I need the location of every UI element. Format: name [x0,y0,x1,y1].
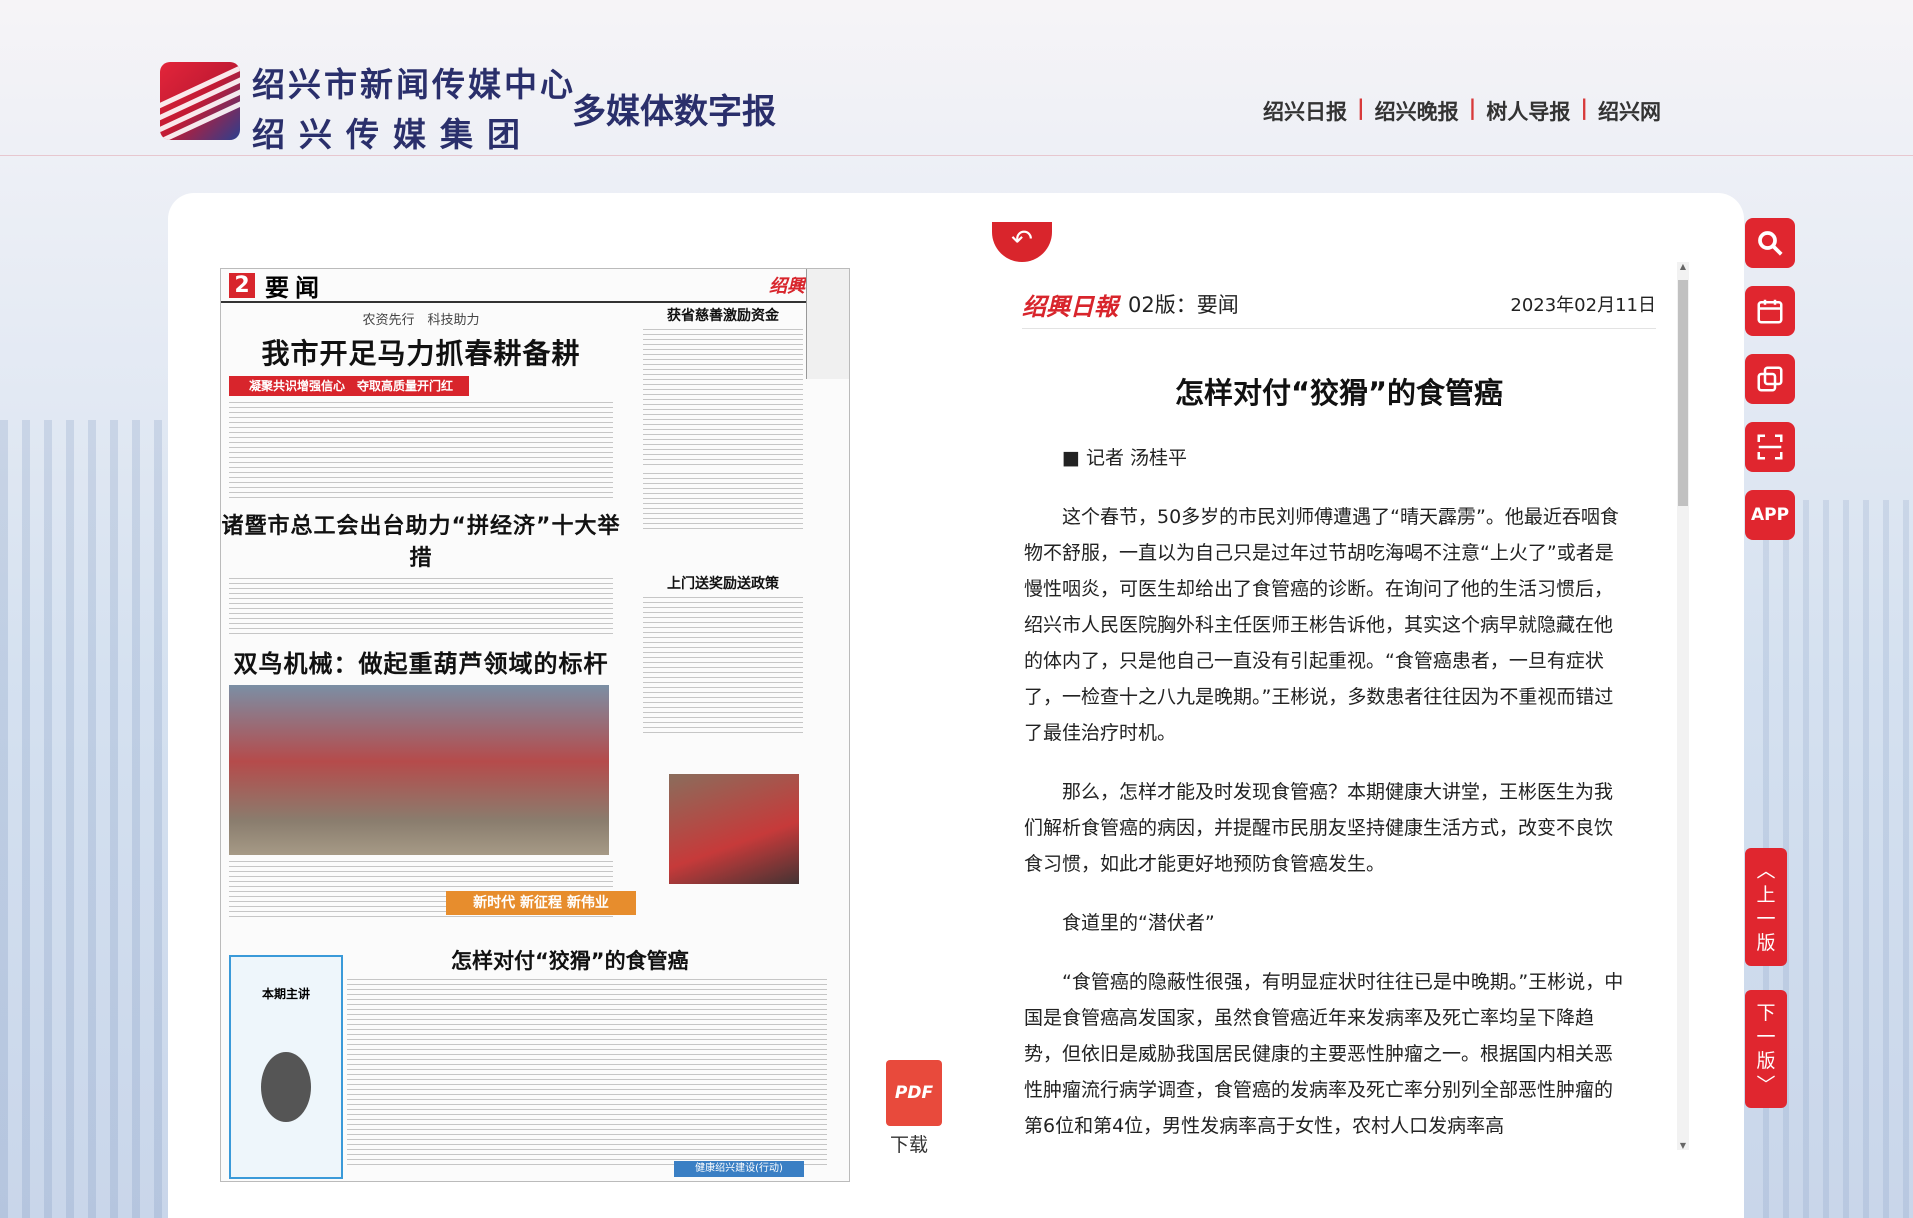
org-line-1: 绍兴市新闻传媒中心 [252,65,576,104]
paper-text-block [229,402,613,502]
scan-icon [1757,434,1783,460]
article-date: 2023年02月11日 [1510,295,1656,316]
nav-shaoxing-daily[interactable]: 绍兴日报 [1263,96,1347,126]
media-center-logo [160,62,240,140]
article-paragraph: 那么，怎样才能及时发现食管癌？本期健康大讲堂，王彬医生为我们解析食管癌的病因，并… [1024,781,1614,875]
paper-factory-photo [229,685,609,855]
nav-separator: | [1356,96,1365,120]
paper-headline-4[interactable]: 怎样对付“狡猾”的食管癌 [451,945,689,975]
next-page-label: 一 [1756,1026,1776,1048]
nav-shaoxing-web[interactable]: 绍兴网 [1598,96,1661,126]
back-arrow-icon: ↶ [1011,225,1033,255]
paper-health-label: 本期主讲 [261,987,310,1001]
paper-kicker: 农资先行 科技助力 [362,313,480,328]
article-scrollbar[interactable]: ▲ ▼ [1677,262,1689,1150]
paper-side-column [806,269,849,379]
paper-red-subhead: 凝聚共识增强信心 夺取高质量开门红 [229,376,469,396]
org-line-2: 绍兴传媒集团 [252,115,534,154]
article-brand-logo: 绍興日報 [1022,291,1118,321]
paper-section: 要闻 [265,272,325,302]
site-title: 多媒体数字报 [572,92,776,132]
paper-promo-banner: 新时代 新征程 新伟业 [446,891,636,915]
app-icon: APP [1750,505,1790,525]
paper-text-block [347,979,827,1169]
copy-icon [1757,366,1783,392]
scroll-down-arrow-icon[interactable]: ▼ [1677,1141,1689,1150]
paper-text-block [643,329,803,469]
scrollbar-thumb[interactable] [1678,280,1688,506]
next-page-button[interactable]: 下 一 版 ﹀ [1745,990,1787,1108]
paper-text-block [643,597,803,737]
app-button[interactable]: APP [1745,490,1795,540]
article-page-label: 02版：要闻 [1128,293,1239,317]
next-page-label: 版 [1756,1050,1776,1072]
calendar-button[interactable] [1745,286,1795,336]
article-subheading: 食道里的“潜伏者” [1062,912,1215,934]
paper-masthead: 2 要闻 绍興日報 [221,269,849,303]
paper-page-number: 2 [229,272,255,298]
scroll-up-arrow-icon[interactable]: ▲ [1677,262,1689,271]
article-author: ■ 记者 汤桂平 [1062,447,1188,469]
paper-right-column: 获省慈善激励资金 上门送奖励送政策 [643,301,803,741]
nav-separator: | [1580,96,1588,120]
prev-page-button[interactable]: ︿ 上 一 版 [1745,848,1787,966]
paper-text-block [229,578,613,638]
search-button[interactable] [1745,218,1795,268]
newspaper-page-image[interactable]: 2 要闻 绍興日報 农资先行 科技助力 我市开足马力抓春耕备耕 凝聚共识增强信心… [220,268,850,1182]
prev-page-label: 上 [1756,884,1776,906]
nav-shuren-guide[interactable]: 树人导报 [1486,96,1570,126]
article-header: 绍興日報 02版：要闻 2023年02月11日 [1022,280,1656,329]
paper-text-block [643,473,803,533]
paper-headline-3[interactable]: 双鸟机械：做起重葫芦领域的标杆 [221,644,621,679]
chevron-up-icon: ︿ [1756,860,1776,882]
pdf-download-label[interactable]: 下载 [890,1130,928,1157]
article-paragraph: “食管癌的隐蔽性很强，有明显症状时往往已是中晚期。”王彬说，中国是食管癌高发国家… [1024,971,1624,1137]
paper-side-head-2[interactable]: 上门送奖励送政策 [643,573,803,593]
org-name: 绍兴市新闻传媒中心 绍兴传媒集团 [252,58,576,156]
pdf-download-icon[interactable]: PDF [886,1060,942,1126]
paper-event-photo [669,774,799,884]
paper-blue-tag: 健康绍兴建设(行动) [674,1161,804,1177]
scan-button[interactable] [1745,422,1795,472]
chevron-down-icon: ﹀ [1756,1074,1776,1096]
paper-side-head-1[interactable]: 获省慈善激励资金 [643,305,803,325]
paper-main-column: 农资先行 科技助力 我市开足马力抓春耕备耕 凝聚共识增强信心 夺取高质量开门红 … [221,309,621,921]
search-icon [1758,231,1783,256]
paper-headline-2[interactable]: 诸暨市总工会出台助力“拼经济”十大举措 [221,508,621,572]
paper-health-box: 本期主讲 [229,955,343,1179]
article-title: 怎样对付“狡猾”的食管癌 [1174,376,1504,410]
prev-page-label: 一 [1756,908,1776,930]
nav-separator: | [1468,96,1477,120]
top-nav: 绍兴日报 | 绍兴晚报 | 树人导报 | 绍兴网 [1263,96,1661,126]
paper-doctor-portrait [261,1052,311,1122]
prev-page-label: 版 [1756,932,1776,954]
copy-button[interactable] [1745,354,1795,404]
nav-shaoxing-evening[interactable]: 绍兴晚报 [1375,96,1459,126]
article-body: ■ 记者 汤桂平 这个春节，50多岁的市民刘师傅遭遇了“晴天霹雳”。他最近吞咽食… [1024,440,1629,1142]
next-page-label: 下 [1756,1002,1776,1024]
calendar-icon [1757,299,1783,324]
article-paragraph: 这个春节，50多岁的市民刘师傅遭遇了“晴天霹雳”。他最近吞咽食物不舒服，一直以为… [1024,506,1619,744]
paper-headline-1[interactable]: 我市开足马力抓春耕备耕 [221,332,621,372]
